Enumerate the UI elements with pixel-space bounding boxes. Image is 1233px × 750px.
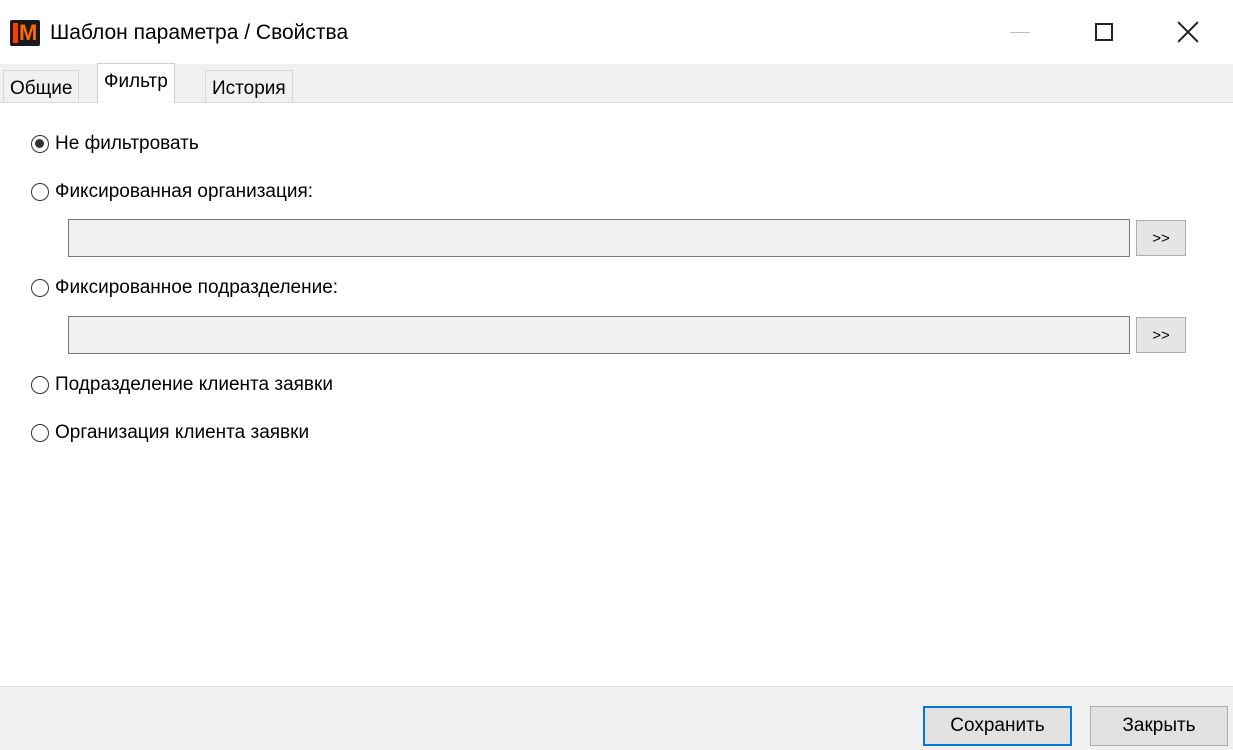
- radio-label: Фиксированная организация:: [55, 181, 314, 202]
- save-button[interactable]: Сохранить: [923, 706, 1072, 746]
- maximize-button[interactable]: [1064, 0, 1144, 64]
- browse-organization-button[interactable]: >>: [1136, 220, 1186, 256]
- organization-field[interactable]: [68, 219, 1130, 257]
- minimize-button[interactable]: [980, 0, 1060, 64]
- tab-filter[interactable]: Фильтр: [97, 63, 175, 103]
- radio-label: Подразделение клиента заявки: [55, 374, 333, 395]
- radio-icon[interactable]: [31, 279, 49, 297]
- department-field[interactable]: [68, 316, 1130, 354]
- radio-client-organization[interactable]: Организация клиента заявки: [31, 422, 309, 444]
- radio-fixed-department[interactable]: Фиксированное подразделение:: [31, 277, 338, 299]
- radio-label: Организация клиента заявки: [55, 422, 310, 443]
- app-logo-icon: M: [10, 20, 40, 46]
- radio-icon[interactable]: [31, 183, 49, 201]
- tab-general[interactable]: Общие: [3, 70, 80, 102]
- tab-history[interactable]: История: [205, 70, 293, 102]
- title-bar[interactable]: M Шаблон параметра / Свойства: [0, 0, 1233, 64]
- close-button[interactable]: Закрыть: [1090, 706, 1228, 746]
- radio-icon[interactable]: [31, 376, 49, 394]
- maximize-icon: [1095, 23, 1113, 41]
- radio-label: Фиксированное подразделение:: [55, 277, 339, 298]
- radio-checked-icon[interactable]: [31, 135, 49, 153]
- radio-icon[interactable]: [31, 424, 49, 442]
- radio-no-filter[interactable]: Не фильтровать: [31, 133, 199, 155]
- browse-department-button[interactable]: >>: [1136, 317, 1186, 353]
- close-icon: [1177, 21, 1199, 43]
- window-title: Шаблон параметра / Свойства: [50, 21, 349, 44]
- radio-label: Не фильтровать: [55, 133, 199, 154]
- tab-strip: [0, 64, 1233, 102]
- radio-client-department[interactable]: Подразделение клиента заявки: [31, 374, 333, 396]
- close-window-button[interactable]: [1148, 0, 1228, 64]
- minimize-icon: [1010, 31, 1030, 33]
- radio-fixed-organization[interactable]: Фиксированная организация:: [31, 181, 313, 203]
